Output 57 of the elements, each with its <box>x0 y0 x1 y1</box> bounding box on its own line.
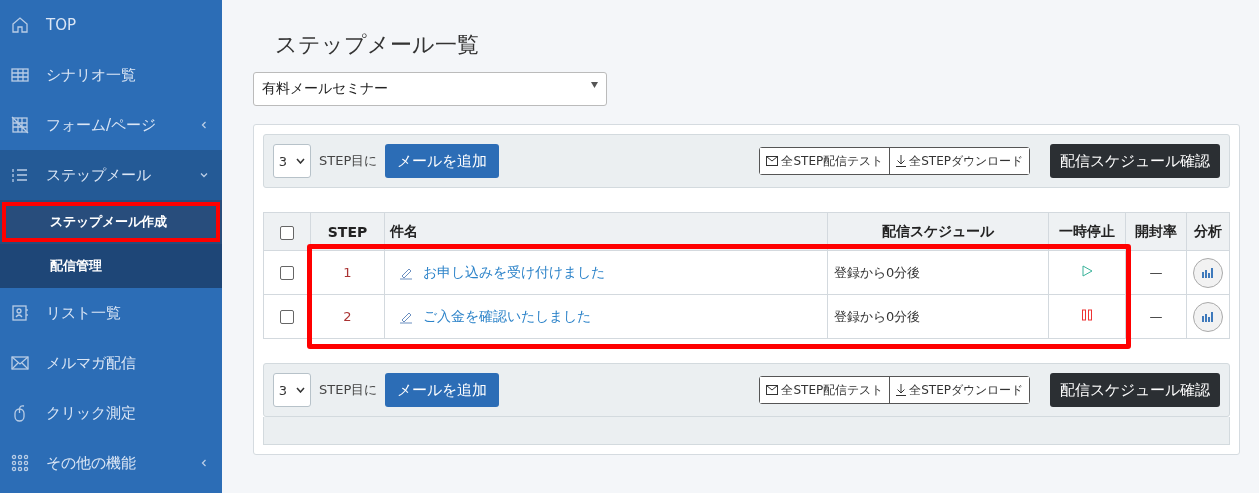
download-button[interactable]: 全STEPダウンロード <box>889 377 1029 403</box>
test-send-button[interactable]: 全STEP配信テスト <box>760 148 890 174</box>
sidebar-item[interactable]: TOP <box>0 0 222 50</box>
chevron-down-icon <box>296 387 306 393</box>
sidebar-item[interactable]: その他の機能 <box>0 438 222 488</box>
bar-chart-icon <box>1201 310 1215 323</box>
subject-link[interactable]: ご入金を確認いたしました <box>423 307 591 326</box>
analysis-button[interactable] <box>1193 301 1223 332</box>
pause-icon[interactable] <box>1081 309 1093 321</box>
add-mail-button[interactable]: メールを追加 <box>385 373 500 407</box>
sidebar-item[interactable]: クリック測定 <box>0 388 222 438</box>
step-label: STEP目に <box>319 152 378 170</box>
mail-icon <box>766 385 779 395</box>
download-icon <box>896 384 907 396</box>
mail-icon <box>766 156 779 166</box>
column-header: 開封率 <box>1125 212 1187 251</box>
sidebar-item[interactable]: フォーム/ページ <box>0 100 222 150</box>
table-cell: 登録から0分後 <box>827 294 1049 339</box>
chevron-down-icon <box>200 171 208 179</box>
dropdown-arrow-icon <box>591 82 598 88</box>
schedule-button[interactable]: 配信スケジュール確認 <box>1050 144 1220 178</box>
contact-icon <box>10 303 30 323</box>
analysis-button[interactable] <box>1193 257 1223 288</box>
step-label: STEP目に <box>319 381 378 399</box>
table-cell: 2 <box>310 294 385 339</box>
step-select[interactable]: 3 <box>273 144 311 178</box>
scenario-select[interactable]: 有料メールセミナー <box>253 72 607 106</box>
row-checkbox[interactable] <box>280 310 294 325</box>
bar-chart-icon <box>1201 266 1215 279</box>
sidebar-item[interactable]: メルマガ配信 <box>0 338 222 388</box>
grid-icon <box>10 115 30 135</box>
mail-icon <box>10 353 30 373</box>
apps-icon <box>10 453 30 473</box>
chevron-left-icon <box>200 121 208 129</box>
sidebar-item[interactable]: シナリオ一覧 <box>0 50 222 100</box>
download-icon <box>896 155 907 167</box>
subject-link[interactable]: お申し込みを受け付けました <box>423 263 605 282</box>
chevron-down-icon <box>296 158 306 164</box>
schedule-button[interactable]: 配信スケジュール確認 <box>1050 373 1220 407</box>
table-cell: 1 <box>310 250 385 295</box>
select-all-checkbox[interactable] <box>280 225 294 240</box>
sidebar-subitem[interactable]: 配信管理 <box>0 244 222 288</box>
download-button[interactable]: 全STEPダウンロード <box>889 148 1029 174</box>
sidebar-item[interactable]: ステップメール <box>0 150 222 200</box>
table-icon <box>10 65 30 85</box>
row-checkbox[interactable] <box>280 266 294 281</box>
step-select[interactable]: 3 <box>273 373 311 407</box>
column-header: 分析 <box>1186 212 1230 251</box>
sidebar-item[interactable]: リスト一覧 <box>0 288 222 338</box>
test-send-button[interactable]: 全STEP配信テスト <box>760 377 890 403</box>
play-icon[interactable] <box>1081 265 1093 277</box>
sidebar-subitem[interactable]: ステップメール作成 <box>0 200 222 244</box>
add-mail-button[interactable]: メールを追加 <box>385 144 500 178</box>
chevron-left-icon <box>200 459 208 467</box>
home-icon <box>10 15 30 35</box>
page-title: ステップメール一覧 <box>275 31 480 59</box>
table-cell: 登録から0分後 <box>827 250 1049 295</box>
